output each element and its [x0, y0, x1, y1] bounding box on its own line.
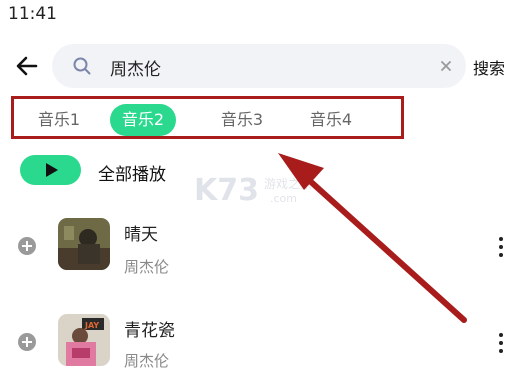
play-icon — [46, 163, 58, 177]
search-input[interactable]: 周杰伦 — [52, 44, 466, 88]
svg-text:游戏之家: 游戏之家 — [264, 176, 312, 191]
annotation-highlight-box — [11, 96, 404, 139]
more-options-icon[interactable] — [496, 236, 506, 258]
add-to-playlist-icon[interactable] — [17, 236, 37, 256]
album-cover — [58, 218, 110, 270]
search-icon — [73, 57, 91, 75]
song-artist: 周杰伦 — [124, 352, 170, 370]
svg-text:K73: K73 — [194, 173, 259, 208]
svg-text:JAY: JAY — [84, 321, 99, 330]
more-options-icon[interactable] — [496, 332, 506, 354]
svg-text:.com: .com — [270, 192, 297, 205]
add-to-playlist-icon[interactable] — [17, 332, 37, 352]
search-button[interactable]: 搜索 — [473, 55, 505, 79]
watermark-logo: K73 游戏之家 .com — [194, 173, 312, 208]
song-artist: 周杰伦 — [124, 258, 170, 276]
song-row[interactable]: 晴天 周杰伦 — [0, 212, 514, 282]
play-all-button[interactable] — [20, 155, 81, 185]
song-row[interactable]: JAY 青花瓷 周杰伦 — [0, 308, 514, 378]
status-time: 11:41 — [8, 4, 57, 24]
play-all-label[interactable]: 全部播放 — [98, 160, 166, 185]
album-cover: JAY — [58, 314, 110, 366]
clear-icon[interactable] — [438, 58, 454, 74]
search-query: 周杰伦 — [110, 60, 161, 80]
song-title: 青花瓷 — [124, 321, 175, 341]
song-title: 晴天 — [124, 225, 158, 245]
back-arrow-icon[interactable] — [14, 53, 40, 79]
